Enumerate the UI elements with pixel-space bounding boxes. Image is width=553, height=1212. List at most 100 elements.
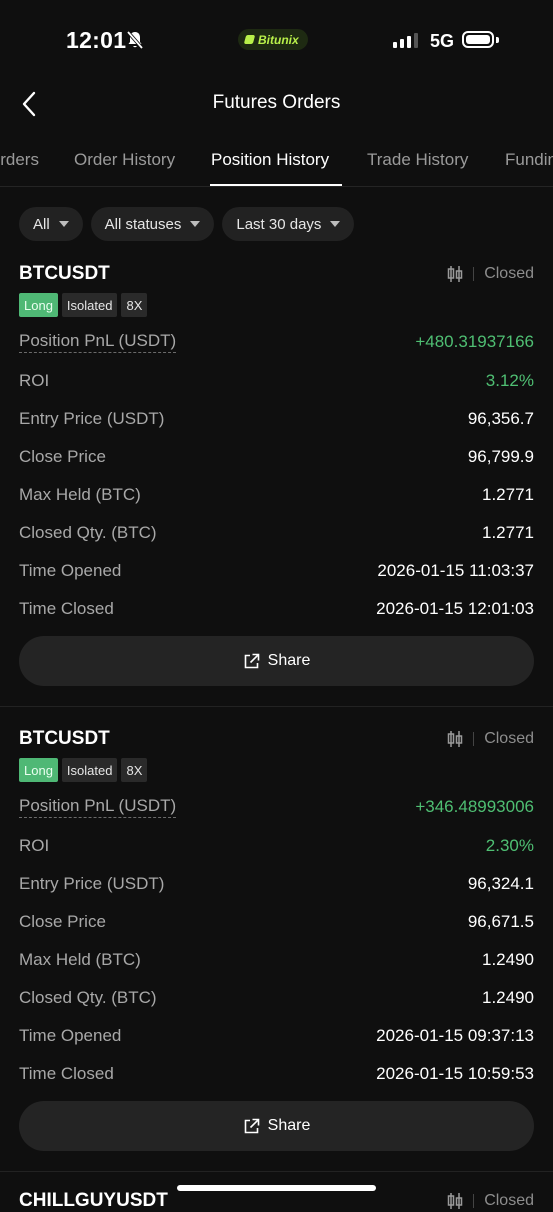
position-status-area: Closed — [447, 265, 534, 283]
bitunix-logo-icon — [243, 35, 256, 44]
position-symbol-partial: CHILLGUYUSDT — [19, 1190, 168, 1211]
divider — [473, 1194, 475, 1208]
time-closed-value: 2026-01-15 10:59:53 — [376, 1064, 534, 1083]
pnl-value: +480.31937166 — [415, 332, 534, 351]
detail-row-max-held: Max Held (BTC) 1.2771 — [19, 483, 534, 507]
detail-row-time-opened: Time Opened 2026-01-15 11:03:37 — [19, 559, 534, 583]
filter-date-label: Last 30 days — [236, 215, 322, 233]
caret-down-icon — [330, 221, 341, 227]
closed-qty-label: Closed Qty. (BTC) — [19, 523, 157, 542]
tab-funding[interactable]: Funding — [505, 150, 553, 170]
detail-row-close-price: Close Price 96,799.9 — [19, 445, 534, 469]
margin-mode-tag: Isolated — [61, 758, 118, 782]
time-closed-label: Time Closed — [19, 1064, 114, 1083]
active-tab-indicator — [210, 184, 342, 186]
roi-value: 2.30% — [485, 836, 534, 855]
time-opened-value: 2026-01-15 09:37:13 — [376, 1026, 534, 1045]
signal-icon — [393, 33, 418, 48]
closed-qty-label: Closed Qty. (BTC) — [19, 988, 157, 1007]
close-price-value: 96,671.5 — [467, 912, 534, 931]
detail-row-max-held: Max Held (BTC) 1.2490 — [19, 948, 534, 972]
time-opened-label: Time Opened — [19, 1026, 122, 1045]
detail-row-close-price: Close Price 96,671.5 — [19, 910, 534, 934]
position-symbol: BTCUSDT — [19, 263, 110, 284]
status-bar: 12:01 Bitunix 5G — [0, 0, 553, 80]
detail-row-entry-price: Entry Price (USDT) 96,324.1 — [19, 872, 534, 896]
tab-trade-history[interactable]: Trade History — [367, 150, 468, 170]
leverage-tag: 8X — [121, 758, 148, 782]
nav-header: Futures Orders — [0, 80, 553, 128]
candlestick-chart-icon[interactable] — [447, 1192, 463, 1210]
filter-date-range[interactable]: Last 30 days — [222, 207, 355, 241]
candlestick-chart-icon[interactable] — [447, 265, 463, 283]
entry-price-value: 96,356.7 — [467, 409, 534, 428]
battery-icon — [462, 31, 494, 48]
position-status-area-partial: Closed — [447, 1192, 534, 1210]
external-share-icon — [244, 1118, 259, 1133]
entry-price-label: Entry Price (USDT) — [19, 409, 165, 428]
position-tags: Long Isolated 8X — [19, 293, 148, 317]
tab-orders[interactable]: Orders — [0, 150, 39, 170]
battery-tip — [496, 37, 499, 43]
detail-row-time-opened: Time Opened 2026-01-15 09:37:13 — [19, 1024, 534, 1048]
max-held-label: Max Held (BTC) — [19, 485, 141, 504]
position-symbol: BTCUSDT — [19, 728, 110, 749]
external-share-icon — [244, 653, 259, 668]
network-type: 5G — [430, 31, 455, 51]
card-divider — [0, 1171, 553, 1172]
leverage-tag: 8X — [121, 293, 148, 317]
tab-position-history[interactable]: Position History — [211, 150, 329, 170]
detail-row-roi: ROI 2.30% — [19, 834, 534, 858]
detail-row-closed-qty: Closed Qty. (BTC) 1.2490 — [19, 986, 534, 1010]
side-tag: Long — [19, 293, 58, 317]
entry-price-value: 96,324.1 — [467, 874, 534, 893]
detail-row-roi: ROI 3.12% — [19, 369, 534, 393]
home-indicator[interactable] — [177, 1185, 376, 1191]
closed-qty-value: 1.2771 — [482, 523, 534, 542]
close-price-label: Close Price — [19, 447, 106, 466]
position-status: Closed — [484, 1192, 534, 1209]
side-tag: Long — [19, 758, 58, 782]
time-opened-value: 2026-01-15 11:03:37 — [377, 561, 534, 580]
roi-label: ROI — [19, 371, 50, 390]
filter-status[interactable]: All statuses — [90, 207, 215, 241]
share-label: Share — [267, 652, 311, 669]
roi-value: 3.12% — [485, 371, 534, 390]
detail-row-entry-price: Entry Price (USDT) 96,356.7 — [19, 407, 534, 431]
filter-type-label: All — [33, 215, 50, 233]
pnl-value: +346.48993006 — [415, 797, 534, 816]
time-closed-value: 2026-01-15 12:01:03 — [376, 599, 534, 618]
position-status-area: Closed — [447, 730, 534, 748]
roi-label: ROI — [19, 836, 50, 855]
brand-pill: Bitunix — [238, 29, 308, 50]
time-closed-label: Time Closed — [19, 599, 114, 618]
detail-row-time-closed: Time Closed 2026-01-15 10:59:53 — [19, 1062, 534, 1086]
position-tags: Long Isolated 8X — [19, 758, 148, 782]
position-status: Closed — [484, 265, 534, 282]
share-button[interactable]: Share — [19, 1101, 534, 1151]
share-button[interactable]: Share — [19, 636, 534, 686]
bell-muted-icon — [126, 30, 144, 55]
closed-qty-value: 1.2490 — [482, 988, 534, 1007]
brand-pill-label: Bitunix — [258, 32, 299, 47]
pnl-label[interactable]: Position PnL (USDT) — [19, 331, 177, 353]
filter-type[interactable]: All — [19, 207, 83, 241]
detail-row-pnl: Position PnL (USDT) +346.48993006 — [19, 795, 534, 819]
detail-row-time-closed: Time Closed 2026-01-15 12:01:03 — [19, 597, 534, 621]
close-price-label: Close Price — [19, 912, 106, 931]
max-held-value: 1.2490 — [482, 950, 534, 969]
divider — [473, 267, 475, 281]
divider — [473, 732, 475, 746]
page-title: Futures Orders — [212, 92, 341, 113]
card-divider — [0, 706, 553, 707]
detail-row-pnl: Position PnL (USDT) +480.31937166 — [19, 330, 534, 354]
pnl-label[interactable]: Position PnL (USDT) — [19, 796, 177, 818]
share-label: Share — [267, 1117, 311, 1134]
close-price-value: 96,799.9 — [467, 447, 534, 466]
position-status: Closed — [484, 730, 534, 747]
status-time: 12:01 — [66, 27, 127, 53]
candlestick-chart-icon[interactable] — [447, 730, 463, 748]
max-held-label: Max Held (BTC) — [19, 950, 141, 969]
caret-down-icon — [58, 221, 69, 227]
tab-order-history[interactable]: Order History — [74, 150, 175, 170]
